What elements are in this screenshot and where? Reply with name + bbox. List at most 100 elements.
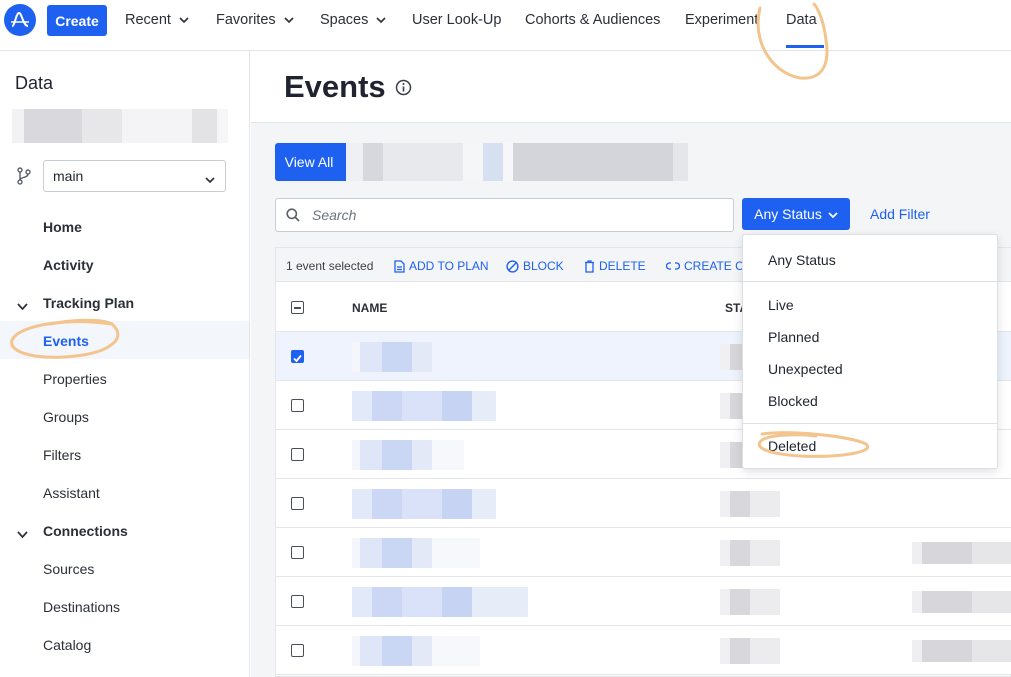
search-input[interactable]	[312, 207, 692, 223]
redacted-status	[720, 540, 780, 566]
status-option-blocked[interactable]: Blocked	[768, 393, 818, 409]
table-row[interactable]	[276, 577, 1011, 626]
redacted-cell	[912, 591, 1011, 613]
chevron-down-icon	[205, 171, 215, 187]
sidebar-item-destinations[interactable]: Destinations	[43, 599, 120, 615]
sidebar-item-filters[interactable]: Filters	[43, 447, 81, 463]
block-label: BLOCK	[523, 259, 564, 273]
sidebar-item-catalog[interactable]: Catalog	[43, 637, 91, 653]
app-root: Create Recent Favorites Spaces User Look…	[0, 0, 1011, 677]
add-to-plan-label: ADD TO PLAN	[409, 259, 489, 273]
nav-experiment[interactable]: Experiment	[685, 12, 758, 28]
table-row[interactable]	[276, 479, 1011, 528]
sidebar-section-tracking-plan[interactable]: Tracking Plan	[43, 295, 134, 311]
info-icon[interactable]	[395, 79, 412, 101]
row-checkbox[interactable]	[291, 546, 304, 559]
search-icon	[286, 208, 300, 222]
status-filter-button[interactable]: Any Status	[742, 198, 850, 230]
redacted-status	[720, 589, 780, 615]
sidebar-item-assistant[interactable]: Assistant	[43, 485, 100, 501]
column-header-name[interactable]: NAME	[352, 301, 387, 315]
row-checkbox[interactable]	[291, 595, 304, 608]
add-filter-link[interactable]: Add Filter	[870, 206, 930, 222]
nav-data[interactable]: Data	[786, 12, 817, 28]
link-icon	[666, 262, 680, 270]
status-option-deleted[interactable]: Deleted	[768, 438, 816, 454]
status-dropdown-menu: Any Status Live Planned Unexpected Block…	[742, 234, 998, 469]
redacted-event-name[interactable]	[352, 489, 496, 519]
nav-data-label: Data	[786, 12, 817, 28]
nav-recent-label: Recent	[125, 12, 171, 28]
git-branch-icon	[16, 167, 32, 190]
chevron-down-icon	[828, 206, 838, 222]
view-all-tab[interactable]: View All	[275, 143, 343, 181]
nav-spaces[interactable]: Spaces	[320, 12, 386, 28]
table-row[interactable]	[276, 626, 1011, 675]
table-row[interactable]	[276, 528, 1011, 577]
redacted-event-name[interactable]	[352, 587, 528, 617]
delete-label: DELETE	[599, 259, 646, 273]
sidebar-item-properties[interactable]: Properties	[43, 371, 107, 387]
add-to-plan-button[interactable]: ADD TO PLAN	[394, 259, 489, 273]
amplitude-logo-icon[interactable]	[4, 4, 36, 36]
create-custom-button[interactable]: CREATE CU	[666, 259, 752, 273]
create-button[interactable]: Create	[47, 5, 107, 36]
nav-cohorts-audiences[interactable]: Cohorts & Audiences	[525, 12, 660, 28]
page-title: Events	[284, 69, 386, 104]
sidebar-item-activity[interactable]: Activity	[43, 257, 94, 273]
chevron-down-icon	[284, 12, 294, 28]
nav-recent[interactable]: Recent	[125, 12, 189, 28]
trash-icon	[585, 259, 594, 273]
selection-count: 1 event selected	[286, 259, 374, 273]
sidebar-item-home[interactable]: Home	[43, 219, 82, 235]
redacted-status	[720, 638, 780, 664]
redacted-event-name[interactable]	[352, 440, 464, 470]
delete-button[interactable]: DELETE	[584, 259, 646, 273]
redacted-event-name[interactable]	[352, 342, 432, 372]
redacted-event-name[interactable]	[352, 391, 496, 421]
sidebar-title: Data	[15, 73, 54, 93]
row-checkbox[interactable]	[291, 399, 304, 412]
redacted-saved-views[interactable]	[343, 143, 688, 181]
dropdown-divider	[743, 281, 997, 282]
nav-user-lookup[interactable]: User Look-Up	[412, 12, 501, 28]
status-option-planned[interactable]: Planned	[768, 329, 819, 345]
chevron-down-icon[interactable]	[17, 298, 28, 316]
sidebar-active-highlight	[0, 321, 249, 359]
row-checkbox[interactable]	[291, 448, 304, 461]
sidebar-item-groups[interactable]: Groups	[43, 409, 89, 425]
page-header: Events	[251, 51, 1011, 123]
row-checkbox[interactable]	[291, 644, 304, 657]
chevron-down-icon	[376, 12, 386, 28]
redacted-event-name[interactable]	[352, 636, 480, 666]
top-navigation: Create Recent Favorites Spaces User Look…	[0, 0, 1011, 51]
nav-experiment-label: Experiment	[685, 12, 759, 28]
status-option-any[interactable]: Any Status	[768, 252, 836, 268]
redacted-status	[720, 491, 780, 517]
branch-select-value: main	[53, 168, 84, 184]
search-box[interactable]	[275, 198, 734, 232]
nav-favorites-label: Favorites	[216, 12, 276, 28]
status-option-unexpected[interactable]: Unexpected	[768, 361, 843, 377]
nav-user-lookup-label: User Look-Up	[412, 12, 502, 28]
sidebar-section-connections[interactable]: Connections	[43, 523, 128, 539]
row-checkbox[interactable]	[291, 497, 304, 510]
nav-spaces-label: Spaces	[320, 12, 369, 28]
redacted-event-name[interactable]	[352, 538, 480, 568]
status-option-live[interactable]: Live	[768, 297, 794, 313]
select-all-checkbox[interactable]	[291, 301, 304, 314]
block-icon	[506, 259, 519, 273]
redacted-project-name	[12, 109, 228, 143]
document-icon	[394, 259, 405, 273]
nav-cohorts-label: Cohorts & Audiences	[525, 12, 661, 28]
row-checkbox[interactable]	[291, 350, 304, 363]
sidebar-item-events[interactable]: Events	[43, 333, 89, 349]
sidebar-item-sources[interactable]: Sources	[43, 561, 94, 577]
nav-favorites[interactable]: Favorites	[216, 12, 294, 28]
checkmark-icon	[293, 354, 302, 363]
dropdown-divider	[743, 423, 997, 424]
chevron-down-icon[interactable]	[17, 526, 28, 544]
sidebar: Data main Home Activity Tracking Plan Ev…	[0, 51, 250, 677]
block-button[interactable]: BLOCK	[506, 259, 564, 273]
branch-select[interactable]: main	[43, 160, 226, 192]
